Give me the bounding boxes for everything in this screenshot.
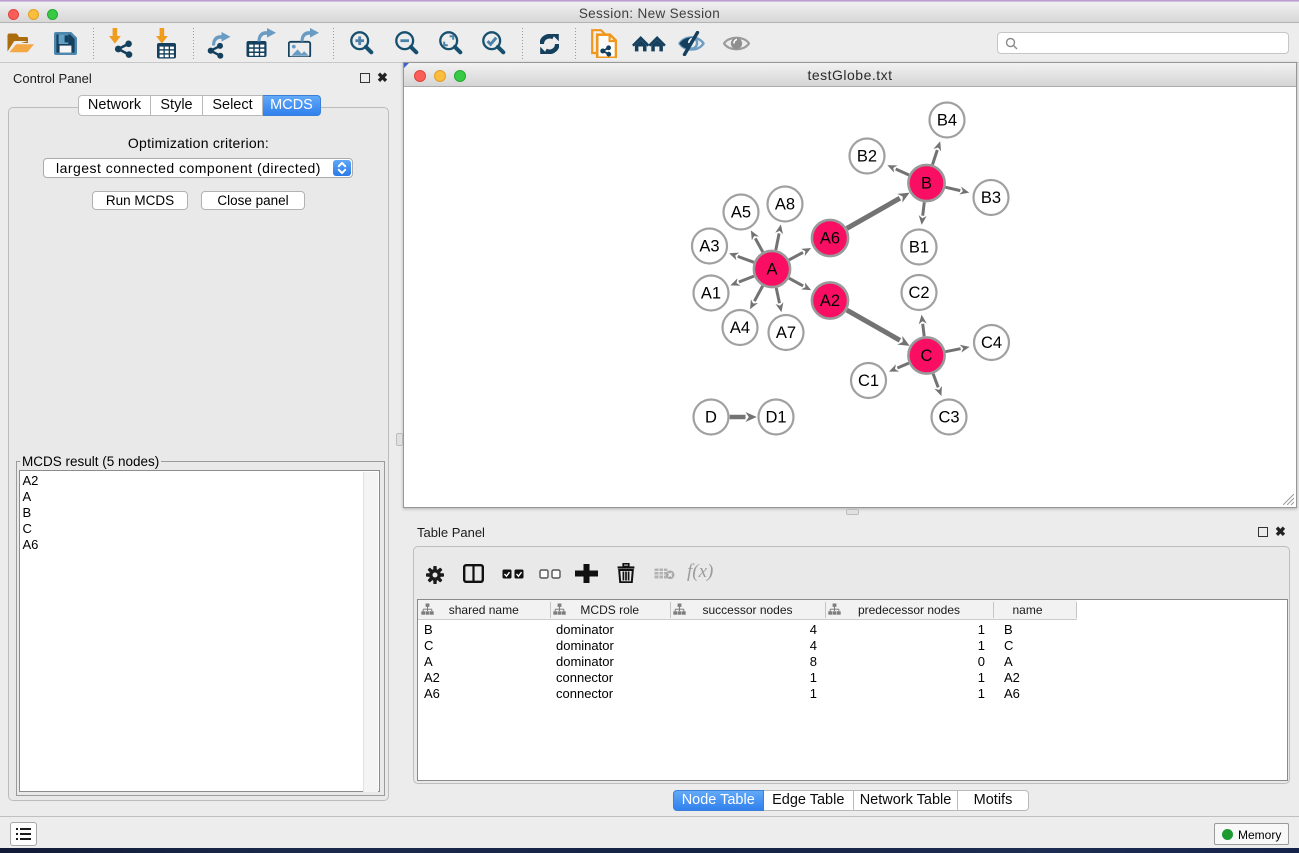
svg-text:D1: D1	[765, 409, 786, 427]
svg-text:A: A	[766, 261, 777, 279]
svg-text:C: C	[921, 347, 933, 365]
svg-text:C4: C4	[981, 334, 1002, 352]
svg-text:A7: A7	[776, 324, 796, 342]
svg-text:B: B	[921, 175, 932, 193]
svg-text:A3: A3	[699, 238, 719, 256]
svg-text:A4: A4	[730, 319, 750, 337]
svg-text:A1: A1	[701, 285, 721, 303]
svg-text:A8: A8	[775, 196, 795, 214]
svg-text:B1: B1	[909, 239, 929, 257]
svg-text:A6: A6	[820, 230, 840, 248]
svg-text:C1: C1	[858, 372, 879, 390]
svg-text:B3: B3	[981, 189, 1001, 207]
svg-text:B4: B4	[937, 112, 957, 130]
svg-text:C3: C3	[938, 409, 959, 427]
svg-text:A5: A5	[731, 204, 751, 222]
svg-text:D: D	[705, 409, 717, 427]
svg-text:A2: A2	[820, 292, 840, 310]
svg-text:C2: C2	[908, 284, 929, 302]
svg-text:B2: B2	[857, 148, 877, 166]
